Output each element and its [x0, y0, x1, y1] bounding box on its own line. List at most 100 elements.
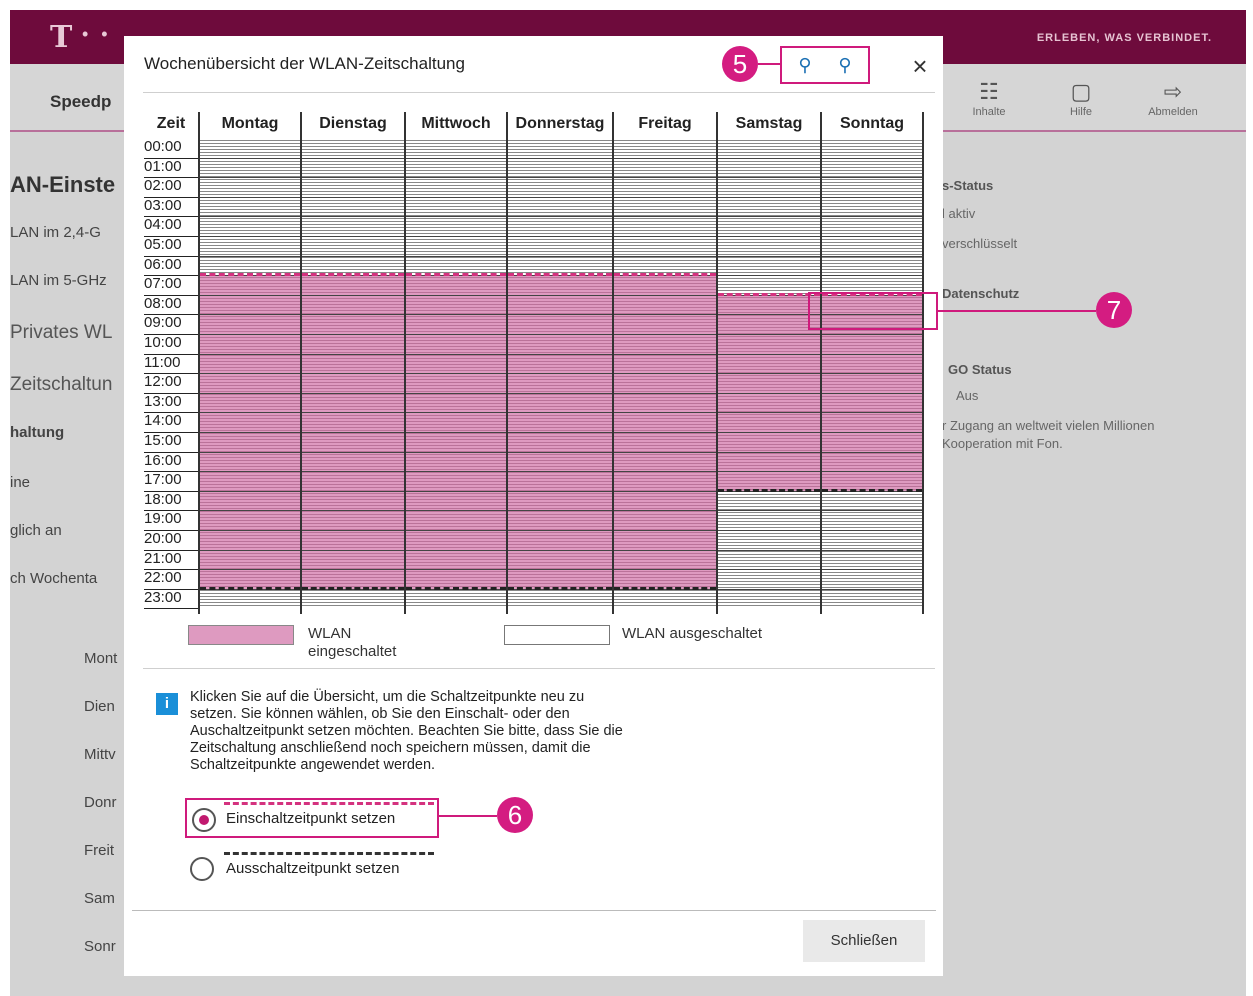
annotation-box-zoom: [780, 46, 870, 84]
on-time-marker[interactable]: [302, 273, 404, 277]
off-time-marker[interactable]: [614, 586, 716, 590]
hour-line: [200, 510, 300, 512]
hour-line: [302, 157, 404, 159]
hour-line: [508, 353, 612, 355]
hour-line: [614, 216, 716, 218]
bg-day: Sam: [84, 890, 115, 907]
radio-set-off-time[interactable]: [190, 857, 214, 881]
on-time-marker[interactable]: [614, 273, 716, 277]
hour-line: [614, 471, 716, 473]
on-time-marker[interactable]: [508, 273, 612, 277]
column-divider: [506, 112, 508, 614]
hour-line: [508, 392, 612, 394]
bg-right-text: Aus: [956, 388, 979, 403]
off-time-marker[interactable]: [200, 586, 300, 590]
day-header-samstag: Samstag: [735, 115, 803, 132]
logout-icon: ⇨: [1163, 79, 1183, 104]
nav-title[interactable]: Speedp: [50, 92, 111, 112]
hour-line: [614, 196, 716, 198]
hour-line: [406, 530, 506, 531]
hour-line: [200, 490, 300, 492]
annotation-badge: 7: [1096, 292, 1132, 328]
bg-tab[interactable]: Zeitschaltun: [10, 374, 112, 396]
bg-right-text: verschlüsselt: [942, 236, 1018, 251]
column-divider: [612, 112, 614, 614]
day-column-mittwoch[interactable]: [406, 138, 506, 608]
hour-line: [822, 392, 922, 394]
hour-line: [614, 432, 716, 433]
hour-line: [200, 392, 300, 394]
hour-line: [822, 255, 922, 257]
hour-line: [614, 510, 716, 512]
day-column-sonntag[interactable]: [822, 138, 922, 608]
off-time-marker[interactable]: [822, 488, 922, 492]
on-time-marker[interactable]: [200, 273, 300, 277]
day-column-montag[interactable]: [200, 138, 300, 608]
sitemap-icon: ☷: [979, 79, 999, 104]
hour-line: [406, 451, 506, 453]
hour-line: [508, 255, 612, 257]
hour-line: [508, 294, 612, 296]
bg-tab[interactable]: Privates WL: [10, 322, 112, 344]
nav-item-inhalte[interactable]: ☷ Inhalte: [954, 78, 1024, 118]
nav-item-abmelden[interactable]: ⇨ Abmelden: [1138, 78, 1208, 118]
radio-label-off[interactable]: Ausschaltzeitpunkt setzen: [226, 860, 399, 877]
off-time-marker[interactable]: [302, 586, 404, 590]
hour-line: [508, 471, 612, 473]
hour-line: [200, 314, 300, 316]
hour-line: [200, 373, 300, 375]
bg-right-text: l aktiv: [942, 206, 976, 221]
hour-line: [302, 314, 404, 316]
hour-line: [200, 569, 300, 571]
day-header-montag: Montag: [221, 115, 279, 132]
hour-line: [718, 569, 820, 571]
annotation-box-radio: [185, 798, 439, 838]
hour-line: [718, 177, 820, 179]
info-text: Klicken Sie auf die Übersicht, um die Sc…: [190, 689, 623, 773]
hour-line: [614, 294, 716, 296]
title-divider: [143, 92, 935, 93]
hour-line: [822, 275, 922, 277]
hour-line: [614, 353, 716, 355]
day-column-donnerstag[interactable]: [508, 138, 612, 608]
nav-item-hilfe[interactable]: ▢ Hilfe: [1046, 78, 1116, 118]
off-time-marker[interactable]: [718, 488, 820, 492]
close-icon[interactable]: ×: [907, 52, 933, 80]
weekly-schedule-grid[interactable]: Zeit Montag Dienstag Mittwoch Donnerstag…: [144, 112, 924, 614]
hour-line: [614, 451, 716, 453]
hour-line: [302, 236, 404, 237]
day-column-freitag[interactable]: [614, 138, 716, 608]
hour-line: [718, 510, 820, 512]
column-divider: [404, 112, 406, 614]
hour-line: [718, 314, 820, 316]
hour-line: [406, 490, 506, 492]
on-time-marker[interactable]: [406, 273, 506, 277]
hour-line: [200, 412, 300, 414]
hour-line: [508, 196, 612, 198]
time-label: 00:00: [144, 138, 198, 159]
bg-day: Sonr: [84, 938, 116, 955]
time-label: 12:00: [144, 373, 198, 394]
help-icon: ▢: [1070, 79, 1092, 104]
day-column-dienstag[interactable]: [302, 138, 404, 608]
time-label: 06:00: [144, 256, 198, 277]
nav-item-label: Abmelden: [1148, 106, 1198, 118]
day-header-donnerstag: Donnerstag: [515, 115, 605, 132]
on-time-marker[interactable]: [718, 292, 820, 296]
hour-line: [822, 177, 922, 179]
time-label: 10:00: [144, 334, 198, 355]
hour-line: [302, 432, 404, 433]
hour-line: [406, 510, 506, 512]
legend-swatch-on: [188, 625, 294, 645]
hour-line: [302, 569, 404, 571]
off-time-marker[interactable]: [508, 586, 612, 590]
hour-line: [614, 255, 716, 257]
close-button[interactable]: Schließen: [803, 920, 925, 962]
hour-line: [508, 490, 612, 492]
off-time-marker[interactable]: [406, 586, 506, 590]
day-column-samstag[interactable]: [718, 138, 820, 608]
hour-line: [508, 412, 612, 414]
hour-line: [406, 196, 506, 198]
hour-line: [614, 490, 716, 492]
hour-line: [302, 294, 404, 296]
